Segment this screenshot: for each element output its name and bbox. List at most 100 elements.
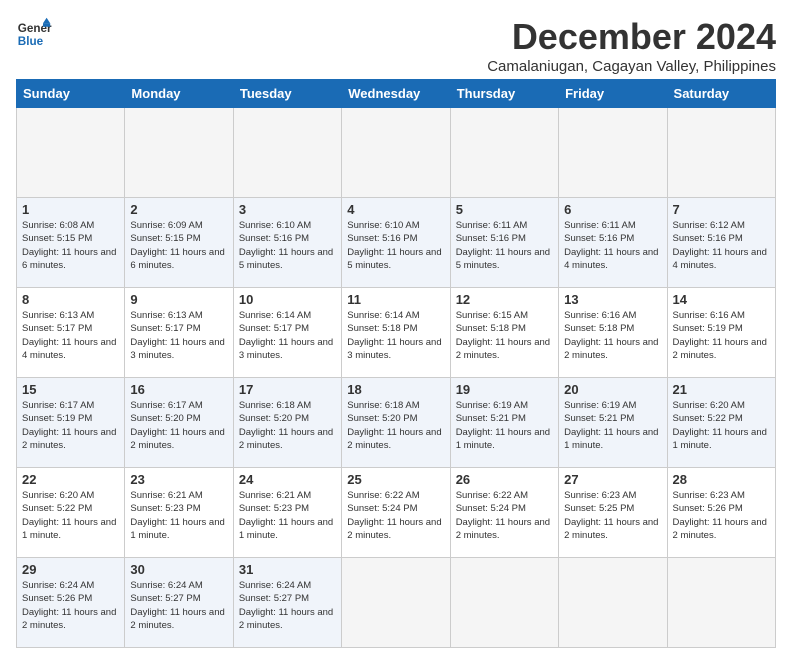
- day-number: 29: [22, 562, 119, 577]
- day-info: Sunrise: 6:17 AMSunset: 5:20 PMDaylight:…: [130, 399, 227, 452]
- calendar-cell: 29 Sunrise: 6:24 AMSunset: 5:26 PMDayligh…: [17, 558, 125, 648]
- day-info: Sunrise: 6:14 AMSunset: 5:18 PMDaylight:…: [347, 309, 444, 362]
- calendar-cell: 14 Sunrise: 6:16 AMSunset: 5:19 PMDayligh…: [667, 288, 775, 378]
- day-number: 12: [456, 292, 553, 307]
- day-number: 4: [347, 202, 444, 217]
- day-info: Sunrise: 6:22 AMSunset: 5:24 PMDaylight:…: [456, 489, 553, 542]
- calendar-cell: 5Sunrise: 6:11 AMSunset: 5:16 PMDaylight…: [450, 198, 558, 288]
- calendar-cell: 21 Sunrise: 6:20 AMSunset: 5:22 PMDayligh…: [667, 378, 775, 468]
- calendar-week-3: 15 Sunrise: 6:17 AMSunset: 5:19 PMDayligh…: [17, 378, 776, 468]
- weekday-header-friday: Friday: [559, 80, 667, 108]
- logo: General Blue: [16, 16, 52, 52]
- calendar-cell: 3 Sunrise: 6:10 AMSunset: 5:16 PMDaylight…: [233, 198, 341, 288]
- day-number: 23: [130, 472, 227, 487]
- day-number: 18: [347, 382, 444, 397]
- day-info: Sunrise: 6:23 AMSunset: 5:25 PMDaylight:…: [564, 489, 661, 542]
- day-number: 10: [239, 292, 336, 307]
- day-info: Sunrise: 6:16 AMSunset: 5:18 PMDaylight:…: [564, 309, 661, 362]
- location-title: Camalaniugan, Cagayan Valley, Philippine…: [487, 58, 776, 75]
- day-number: 19: [456, 382, 553, 397]
- day-info: Sunrise: 6:08 AMSunset: 5:15 PMDaylight:…: [22, 219, 119, 272]
- calendar-cell: [233, 108, 341, 198]
- calendar-cell: 10 Sunrise: 6:14 AMSunset: 5:17 PMDayligh…: [233, 288, 341, 378]
- day-info: Sunrise: 6:20 AMSunset: 5:22 PMDaylight:…: [673, 399, 770, 452]
- calendar-cell: 7Sunrise: 6:12 AMSunset: 5:16 PMDaylight…: [667, 198, 775, 288]
- calendar-table: SundayMondayTuesdayWednesdayThursdayFrid…: [16, 79, 776, 648]
- logo-icon: General Blue: [16, 16, 52, 52]
- calendar-cell: 26 Sunrise: 6:22 AMSunset: 5:24 PMDayligh…: [450, 468, 558, 558]
- day-info: Sunrise: 6:16 AMSunset: 5:19 PMDaylight:…: [673, 309, 770, 362]
- calendar-cell: 25Sunrise: 6:22 AMSunset: 5:24 PMDayligh…: [342, 468, 450, 558]
- calendar-cell: 2Sunrise: 6:09 AMSunset: 5:15 PMDaylight…: [125, 198, 233, 288]
- calendar-cell: 19 Sunrise: 6:19 AMSunset: 5:21 PMDayligh…: [450, 378, 558, 468]
- calendar-cell: 15 Sunrise: 6:17 AMSunset: 5:19 PMDayligh…: [17, 378, 125, 468]
- calendar-cell: 9 Sunrise: 6:13 AMSunset: 5:17 PMDaylight…: [125, 288, 233, 378]
- day-number: 11: [347, 292, 444, 307]
- calendar-cell: [450, 558, 558, 648]
- calendar-cell: [667, 108, 775, 198]
- day-number: 20: [564, 382, 661, 397]
- calendar-cell: 16Sunrise: 6:17 AMSunset: 5:20 PMDayligh…: [125, 378, 233, 468]
- day-info: Sunrise: 6:20 AMSunset: 5:22 PMDaylight:…: [22, 489, 119, 542]
- calendar-cell: 12 Sunrise: 6:15 AMSunset: 5:18 PMDayligh…: [450, 288, 558, 378]
- day-info: Sunrise: 6:15 AMSunset: 5:18 PMDaylight:…: [456, 309, 553, 362]
- header-row: SundayMondayTuesdayWednesdayThursdayFrid…: [17, 80, 776, 108]
- calendar-cell: 17Sunrise: 6:18 AMSunset: 5:20 PMDayligh…: [233, 378, 341, 468]
- calendar-cell: [342, 558, 450, 648]
- day-info: Sunrise: 6:17 AMSunset: 5:19 PMDaylight:…: [22, 399, 119, 452]
- calendar-cell: 23 Sunrise: 6:21 AMSunset: 5:23 PMDayligh…: [125, 468, 233, 558]
- day-info: Sunrise: 6:14 AMSunset: 5:17 PMDaylight:…: [239, 309, 336, 362]
- month-title: December 2024: [487, 16, 776, 58]
- day-number: 15: [22, 382, 119, 397]
- day-number: 24: [239, 472, 336, 487]
- day-number: 27: [564, 472, 661, 487]
- day-info: Sunrise: 6:24 AMSunset: 5:27 PMDaylight:…: [130, 579, 227, 632]
- calendar-cell: 18Sunrise: 6:18 AMSunset: 5:20 PMDayligh…: [342, 378, 450, 468]
- calendar-cell: [125, 108, 233, 198]
- day-number: 28: [673, 472, 770, 487]
- calendar-cell: [17, 108, 125, 198]
- day-number: 30: [130, 562, 227, 577]
- calendar-week-4: 22 Sunrise: 6:20 AMSunset: 5:22 PMDayligh…: [17, 468, 776, 558]
- day-info: Sunrise: 6:18 AMSunset: 5:20 PMDaylight:…: [239, 399, 336, 452]
- calendar-week-1: 1 Sunrise: 6:08 AMSunset: 5:15 PMDaylight…: [17, 198, 776, 288]
- calendar-cell: 24Sunrise: 6:21 AMSunset: 5:23 PMDayligh…: [233, 468, 341, 558]
- day-info: Sunrise: 6:23 AMSunset: 5:26 PMDaylight:…: [673, 489, 770, 542]
- day-info: Sunrise: 6:21 AMSunset: 5:23 PMDaylight:…: [130, 489, 227, 542]
- day-info: Sunrise: 6:13 AMSunset: 5:17 PMDaylight:…: [130, 309, 227, 362]
- weekday-header-wednesday: Wednesday: [342, 80, 450, 108]
- weekday-header-saturday: Saturday: [667, 80, 775, 108]
- weekday-header-monday: Monday: [125, 80, 233, 108]
- day-info: Sunrise: 6:13 AMSunset: 5:17 PMDaylight:…: [22, 309, 119, 362]
- day-number: 2: [130, 202, 227, 217]
- calendar-cell: 20Sunrise: 6:19 AMSunset: 5:21 PMDayligh…: [559, 378, 667, 468]
- calendar-cell: [667, 558, 775, 648]
- day-number: 3: [239, 202, 336, 217]
- day-number: 26: [456, 472, 553, 487]
- day-info: Sunrise: 6:11 AMSunset: 5:16 PMDaylight:…: [564, 219, 661, 272]
- calendar-week-2: 8 Sunrise: 6:13 AMSunset: 5:17 PMDaylight…: [17, 288, 776, 378]
- weekday-header-sunday: Sunday: [17, 80, 125, 108]
- day-info: Sunrise: 6:24 AMSunset: 5:26 PMDaylight:…: [22, 579, 119, 632]
- day-number: 1: [22, 202, 119, 217]
- day-info: Sunrise: 6:10 AMSunset: 5:16 PMDaylight:…: [239, 219, 336, 272]
- day-number: 13: [564, 292, 661, 307]
- day-info: Sunrise: 6:12 AMSunset: 5:16 PMDaylight:…: [673, 219, 770, 272]
- calendar-week-0: [17, 108, 776, 198]
- day-info: Sunrise: 6:22 AMSunset: 5:24 PMDaylight:…: [347, 489, 444, 542]
- calendar-cell: 31Sunrise: 6:24 AMSunset: 5:27 PMDayligh…: [233, 558, 341, 648]
- day-info: Sunrise: 6:19 AMSunset: 5:21 PMDaylight:…: [456, 399, 553, 452]
- day-number: 14: [673, 292, 770, 307]
- day-number: 8: [22, 292, 119, 307]
- calendar-cell: [559, 558, 667, 648]
- weekday-header-tuesday: Tuesday: [233, 80, 341, 108]
- day-number: 21: [673, 382, 770, 397]
- day-number: 6: [564, 202, 661, 217]
- calendar-cell: 30 Sunrise: 6:24 AMSunset: 5:27 PMDayligh…: [125, 558, 233, 648]
- day-number: 22: [22, 472, 119, 487]
- day-info: Sunrise: 6:11 AMSunset: 5:16 PMDaylight:…: [456, 219, 553, 272]
- day-number: 9: [130, 292, 227, 307]
- calendar-cell: [559, 108, 667, 198]
- calendar-cell: 4Sunrise: 6:10 AMSunset: 5:16 PMDaylight…: [342, 198, 450, 288]
- svg-text:Blue: Blue: [18, 35, 44, 48]
